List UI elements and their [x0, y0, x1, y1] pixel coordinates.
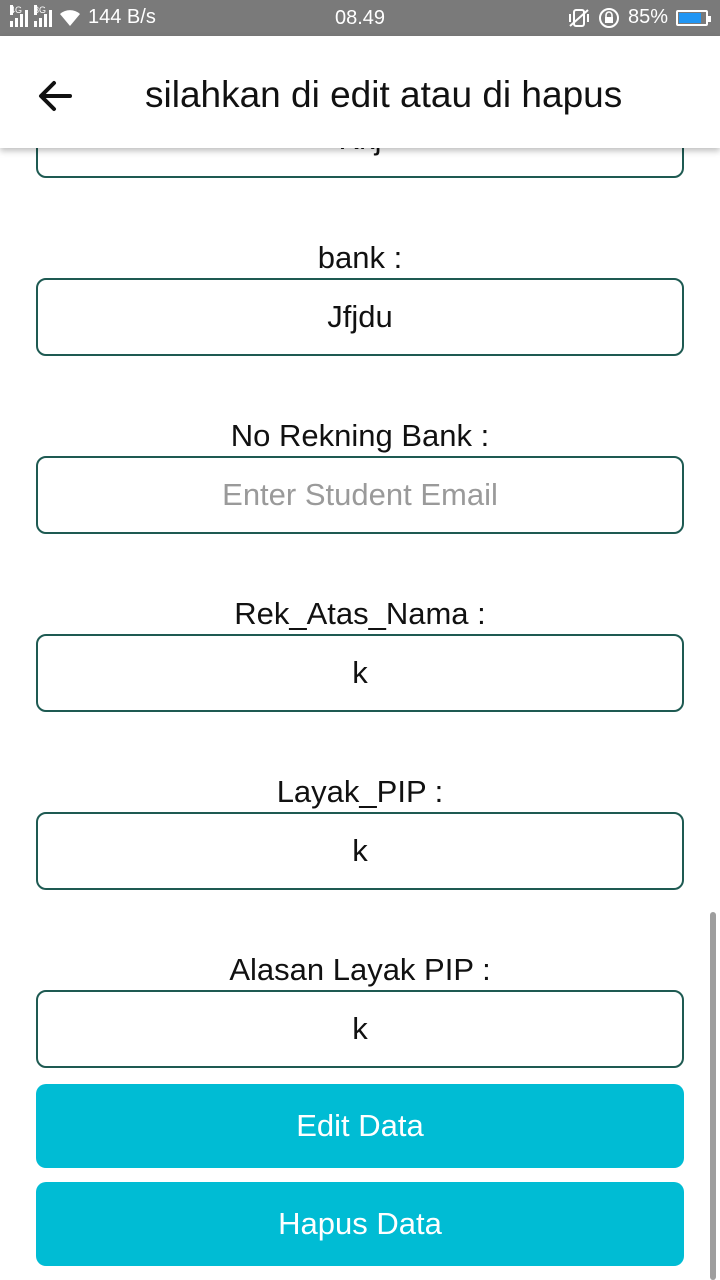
alasan-pip-label: Alasan Layak PIP : [229, 952, 491, 987]
bank-label: bank : [317, 240, 403, 275]
arrow-back-icon [39, 81, 72, 111]
account-number-label: No Rekning Bank : [230, 418, 490, 453]
bank-value: Jfjdu [327, 299, 393, 334]
partial-field-input[interactable]: Kkj [36, 148, 684, 178]
back-button[interactable] [32, 72, 80, 120]
status-bar: 4G 3G 144 B/s 08.49 85% [0, 0, 720, 36]
edit-data-button[interactable]: Edit Data [36, 1084, 684, 1168]
layak-pip-value: k [352, 833, 368, 868]
battery-percent: 85% [627, 6, 668, 28]
account-number-placeholder: Enter Student Email [222, 477, 498, 512]
app-toolbar: silahkan di edit atau di hapus [0, 36, 720, 148]
alasan-pip-input[interactable]: k [36, 990, 684, 1068]
rotation-lock-icon [598, 7, 619, 28]
battery-icon [676, 9, 711, 26]
layak-pip-label: Layak_PIP : [276, 774, 444, 809]
delete-data-button[interactable]: Hapus Data [36, 1182, 684, 1266]
partial-field-value: Kkj [338, 148, 381, 157]
layak-pip-input[interactable]: k [36, 812, 684, 890]
account-name-label: Rek_Atas_Nama : [234, 596, 486, 631]
page-title: silahkan di edit atau di hapus [145, 74, 623, 115]
vibrate-icon [568, 8, 589, 27]
account-name-input[interactable]: k [36, 634, 684, 712]
bank-input[interactable]: Jfjdu [36, 278, 684, 356]
form-scroll-area[interactable]: Kkj bank : Jfjdu No Rekning Bank : Enter… [0, 148, 720, 1280]
status-right: 85% [568, 6, 711, 29]
battery-level [679, 12, 702, 23]
account-name-value: k [352, 655, 368, 690]
alasan-pip-value: k [352, 1011, 368, 1046]
account-number-input[interactable]: Enter Student Email [36, 456, 684, 534]
scrollbar[interactable] [710, 912, 716, 1280]
